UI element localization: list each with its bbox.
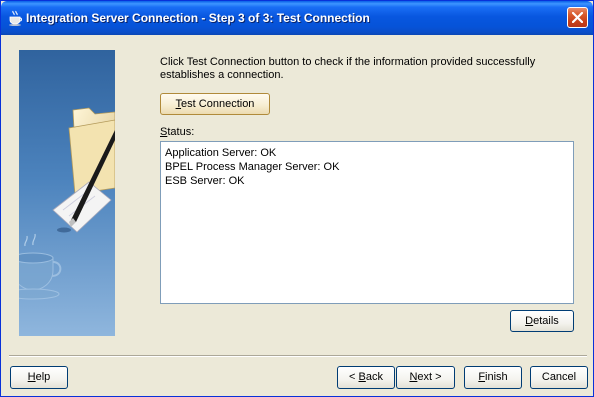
next-button[interactable]: Next > [396,366,455,389]
status-line-application-server: Application Server: OK [165,147,277,159]
dialog-window: Integration Server Connection - Step 3 o… [0,0,594,397]
details-button[interactable]: Details [510,310,574,332]
footer-separator [9,355,587,357]
wizard-side-image [19,50,115,336]
status-label: Status: [160,126,195,138]
instructions-text: Click Test Connection button to check if… [160,56,570,82]
status-line-esb-server: ESB Server: OK [165,175,245,187]
java-coffee-cup-icon [7,10,23,26]
test-connection-button[interactable]: Test Connection [160,93,270,115]
instructions-line: establishes a connection. [160,69,284,81]
instructions-line: Click Test Connection button to check if… [160,56,536,68]
finish-button[interactable]: Finish [464,366,522,389]
status-textarea[interactable]: Application Server: OK BPEL Process Mana… [160,141,574,304]
close-button[interactable] [567,7,588,28]
status-line-bpel-server: BPEL Process Manager Server: OK [165,161,340,173]
help-button[interactable]: Help [10,366,68,389]
title-bar[interactable]: Integration Server Connection - Step 3 o… [1,1,593,35]
cancel-button[interactable]: Cancel [530,366,588,389]
window-title: Integration Server Connection - Step 3 o… [26,11,370,25]
back-button[interactable]: < Back [337,366,395,389]
